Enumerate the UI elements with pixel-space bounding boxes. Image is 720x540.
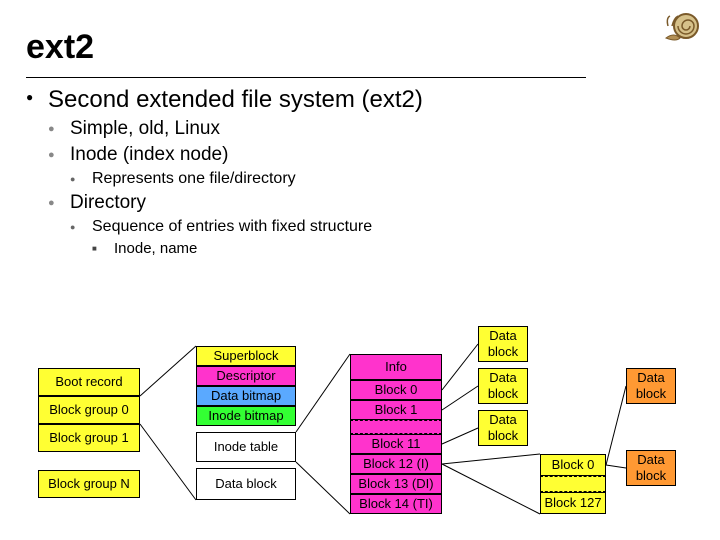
slide: ext2 Second extended file system (ext2) … bbox=[0, 0, 720, 540]
data-block-far-2: Data block bbox=[626, 450, 676, 486]
bullet-simple: Simple, old, Linux bbox=[48, 118, 694, 140]
mid-inode-bitmap: Inode bitmap bbox=[196, 406, 296, 426]
bullet-main: Second extended file system (ext2) bbox=[26, 86, 694, 114]
bullet-inode-detail: Represents one file/directory bbox=[70, 170, 694, 188]
index-gap bbox=[540, 476, 606, 492]
inode-block-11: Block 11 bbox=[350, 434, 442, 454]
bullet-dir-leaf: Inode, name bbox=[92, 240, 694, 257]
bullet-directory: Directory bbox=[48, 192, 694, 214]
inode-info: Info bbox=[350, 354, 442, 380]
left-boot-record: Boot record bbox=[38, 368, 140, 396]
left-block-group-n: Block group N bbox=[38, 470, 140, 498]
inode-block-1: Block 1 bbox=[350, 400, 442, 420]
mid-descriptor: Descriptor bbox=[196, 366, 296, 386]
mid-inode-table: Inode table bbox=[196, 432, 296, 462]
left-block-group-0: Block group 0 bbox=[38, 396, 140, 424]
data-block-2: Data block bbox=[478, 368, 528, 404]
inode-block-12: Block 12 (I) bbox=[350, 454, 442, 474]
bullet-dir-detail: Sequence of entries with fixed structure bbox=[70, 218, 694, 236]
data-block-far-1: Data block bbox=[626, 368, 676, 404]
inode-block-13: Block 13 (DI) bbox=[350, 474, 442, 494]
inode-block-0: Block 0 bbox=[350, 380, 442, 400]
mid-data-bitmap: Data bitmap bbox=[196, 386, 296, 406]
data-block-3: Data block bbox=[478, 410, 528, 446]
inode-block-14: Block 14 (TI) bbox=[350, 494, 442, 514]
index-block-127: Block 127 bbox=[540, 492, 606, 514]
left-block-group-1: Block group 1 bbox=[38, 424, 140, 452]
slide-title: ext2 bbox=[26, 28, 694, 67]
mid-data-block: Data block bbox=[196, 468, 296, 500]
snail-icon bbox=[660, 6, 704, 46]
data-block-1: Data block bbox=[478, 326, 528, 362]
mid-superblock: Superblock bbox=[196, 346, 296, 366]
title-rule bbox=[26, 77, 586, 78]
index-block-0: Block 0 bbox=[540, 454, 606, 476]
bullet-inode: Inode (index node) bbox=[48, 144, 694, 166]
inode-gap bbox=[350, 420, 442, 434]
